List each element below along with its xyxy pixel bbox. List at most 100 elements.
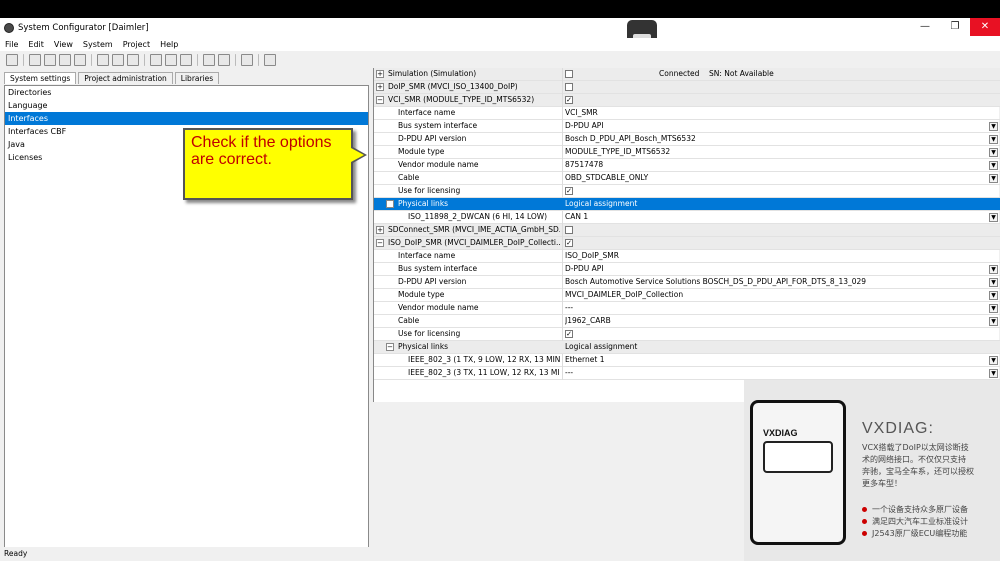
tab-libraries[interactable]: Libraries xyxy=(174,72,220,84)
dropdown-arrow-icon[interactable]: ▼ xyxy=(989,291,998,300)
open-icon[interactable] xyxy=(112,54,124,66)
grid-row[interactable]: Interface name ISO_DoIP_SMR xyxy=(374,250,1000,263)
collapse-icon[interactable]: − xyxy=(386,343,394,351)
grid-row[interactable]: + SDConnect_SMR (MVCI_IME_ACTIA_GmbH_SD.… xyxy=(374,224,1000,237)
dropdown-arrow-icon[interactable]: ▼ xyxy=(989,369,998,378)
row-value[interactable]: Bosch D_PDU_API_Bosch_MTS6532 xyxy=(565,133,985,145)
checkbox[interactable] xyxy=(565,226,573,234)
checkbox-checked[interactable]: ✓ xyxy=(565,96,573,104)
copy-icon[interactable] xyxy=(44,54,56,66)
maximize-button[interactable]: ❐ xyxy=(940,18,970,36)
grid-row[interactable]: Bus system interface D-PDU API ▼ xyxy=(374,263,1000,276)
checkbox[interactable] xyxy=(565,70,573,78)
grid-row[interactable]: Bus system interface D-PDU API ▼ xyxy=(374,120,1000,133)
dropdown-arrow-icon[interactable]: ▼ xyxy=(989,148,998,157)
grid-row[interactable]: IEEE_802_3 (1 TX, 9 LOW, 12 RX, 13 MIN..… xyxy=(374,354,1000,367)
dropdown-arrow-icon[interactable]: ▼ xyxy=(989,135,998,144)
grid-row[interactable]: Module type MVCI_DAIMLER_DoIP_Collection… xyxy=(374,289,1000,302)
grid-row[interactable]: − Physical links Logical assignment xyxy=(374,341,1000,354)
ad-title: VXDIAG: xyxy=(862,420,934,437)
expand-icon[interactable]: + xyxy=(376,83,384,91)
document-icon[interactable] xyxy=(127,54,139,66)
expand-icon[interactable]: + xyxy=(376,70,384,78)
row-value[interactable]: ISO_DoIP_SMR xyxy=(565,250,985,262)
grid-row[interactable]: IEEE_802_3 (3 TX, 11 LOW, 12 RX, 13 MIN.… xyxy=(374,367,1000,380)
row-value[interactable]: MVCI_DAIMLER_DoIP_Collection xyxy=(565,289,985,301)
grid-row[interactable]: ISO_11898_2_DWCAN (6 HI, 14 LOW) CAN 1 ▼ xyxy=(374,211,1000,224)
print-icon[interactable] xyxy=(180,54,192,66)
dropdown-arrow-icon[interactable]: ▼ xyxy=(989,122,998,131)
dropdown-arrow-icon[interactable]: ▼ xyxy=(989,304,998,313)
grid-row[interactable]: Module type MODULE_TYPE_ID_MTS6532 ▼ xyxy=(374,146,1000,159)
dropdown-arrow-icon[interactable]: ▼ xyxy=(989,213,998,222)
row-name: Bus system interface xyxy=(398,121,478,130)
device-icon[interactable] xyxy=(203,54,215,66)
checkbox[interactable] xyxy=(565,83,573,91)
row-value[interactable]: Ethernet 1 xyxy=(565,354,985,366)
delete-icon[interactable] xyxy=(74,54,86,66)
toolbar xyxy=(0,51,1000,69)
dropdown-arrow-icon[interactable]: ▼ xyxy=(989,317,998,326)
row-value[interactable]: 87517478 xyxy=(565,159,985,171)
grid-row[interactable]: D-PDU API version Bosch D_PDU_API_Bosch_… xyxy=(374,133,1000,146)
checkbox-checked[interactable]: ✓ xyxy=(565,239,573,247)
menu-file[interactable]: File xyxy=(0,40,23,49)
row-value[interactable]: J1962_CARB xyxy=(565,315,985,327)
save-icon[interactable] xyxy=(6,54,18,66)
dropdown-arrow-icon[interactable]: ▼ xyxy=(989,161,998,170)
new-icon[interactable] xyxy=(97,54,109,66)
toolbar-separator xyxy=(258,54,259,66)
dropdown-arrow-icon[interactable]: ▼ xyxy=(989,265,998,274)
row-value[interactable]: OBD_STDCABLE_ONLY xyxy=(565,172,985,184)
grid-row[interactable]: Use for licensing ✓ xyxy=(374,328,1000,341)
row-value[interactable]: Bosch Automotive Service Solutions BOSCH… xyxy=(565,276,985,288)
checkbox-checked[interactable]: ✓ xyxy=(565,187,573,195)
tree-item-interfaces[interactable]: Interfaces xyxy=(5,112,368,125)
grid-row[interactable]: − VCI_SMR (MODULE_TYPE_ID_MTS6532) ✓ xyxy=(374,94,1000,107)
row-value[interactable]: --- xyxy=(565,302,985,314)
row-value[interactable]: MODULE_TYPE_ID_MTS6532 xyxy=(565,146,985,158)
row-value[interactable]: --- xyxy=(565,367,985,379)
grid-row-selected[interactable]: − Physical links Logical assignment xyxy=(374,198,1000,211)
menu-project[interactable]: Project xyxy=(118,40,155,49)
row-value[interactable]: D-PDU API xyxy=(565,120,985,132)
tab-system-settings[interactable]: System settings xyxy=(4,72,77,84)
grid-row[interactable]: − ISO_DoIP_SMR (MVCI_DAIMLER_DoIP_Collec… xyxy=(374,237,1000,250)
tree-item-directories[interactable]: Directories xyxy=(5,86,368,99)
print-preview-icon[interactable] xyxy=(150,54,162,66)
dropdown-arrow-icon[interactable]: ▼ xyxy=(989,356,998,365)
row-value[interactable]: D-PDU API xyxy=(565,263,985,275)
tab-project-administration[interactable]: Project administration xyxy=(78,72,173,84)
settings-icon[interactable] xyxy=(218,54,230,66)
close-button[interactable]: ✕ xyxy=(970,18,1000,36)
grid-row[interactable]: Cable J1962_CARB ▼ xyxy=(374,315,1000,328)
dropdown-arrow-icon[interactable]: ▼ xyxy=(989,174,998,183)
collapse-icon[interactable]: − xyxy=(376,96,384,104)
menu-view[interactable]: View xyxy=(49,40,78,49)
collapse-icon[interactable]: − xyxy=(376,239,384,247)
grid-row[interactable]: Vendor module name --- ▼ xyxy=(374,302,1000,315)
export-icon[interactable] xyxy=(165,54,177,66)
paste-icon[interactable] xyxy=(59,54,71,66)
checkbox-checked[interactable]: ✓ xyxy=(565,330,573,338)
grid-row[interactable]: + DoIP_SMR (MVCI_ISO_13400_DoIP) xyxy=(374,81,1000,94)
cut-icon[interactable] xyxy=(29,54,41,66)
collapse-icon[interactable]: − xyxy=(386,200,394,208)
grid-row[interactable]: Interface name VCI_SMR xyxy=(374,107,1000,120)
tree-item-language[interactable]: Language xyxy=(5,99,368,112)
menu-edit[interactable]: Edit xyxy=(23,40,49,49)
help-icon[interactable] xyxy=(264,54,276,66)
minimize-button[interactable]: — xyxy=(910,18,940,36)
refresh-icon[interactable] xyxy=(241,54,253,66)
grid-row[interactable]: Cable OBD_STDCABLE_ONLY ▼ xyxy=(374,172,1000,185)
menu-system[interactable]: System xyxy=(78,40,118,49)
grid-row[interactable]: Vendor module name 87517478 ▼ xyxy=(374,159,1000,172)
dropdown-arrow-icon[interactable]: ▼ xyxy=(989,278,998,287)
grid-row[interactable]: Use for licensing ✓ xyxy=(374,185,1000,198)
grid-row[interactable]: D-PDU API version Bosch Automotive Servi… xyxy=(374,276,1000,289)
row-value[interactable]: VCI_SMR xyxy=(565,107,985,119)
grid-row[interactable]: + Simulation (Simulation) Connected SN: … xyxy=(374,68,1000,81)
menu-help[interactable]: Help xyxy=(155,40,183,49)
row-value[interactable]: CAN 1 xyxy=(565,211,985,223)
expand-icon[interactable]: + xyxy=(376,226,384,234)
